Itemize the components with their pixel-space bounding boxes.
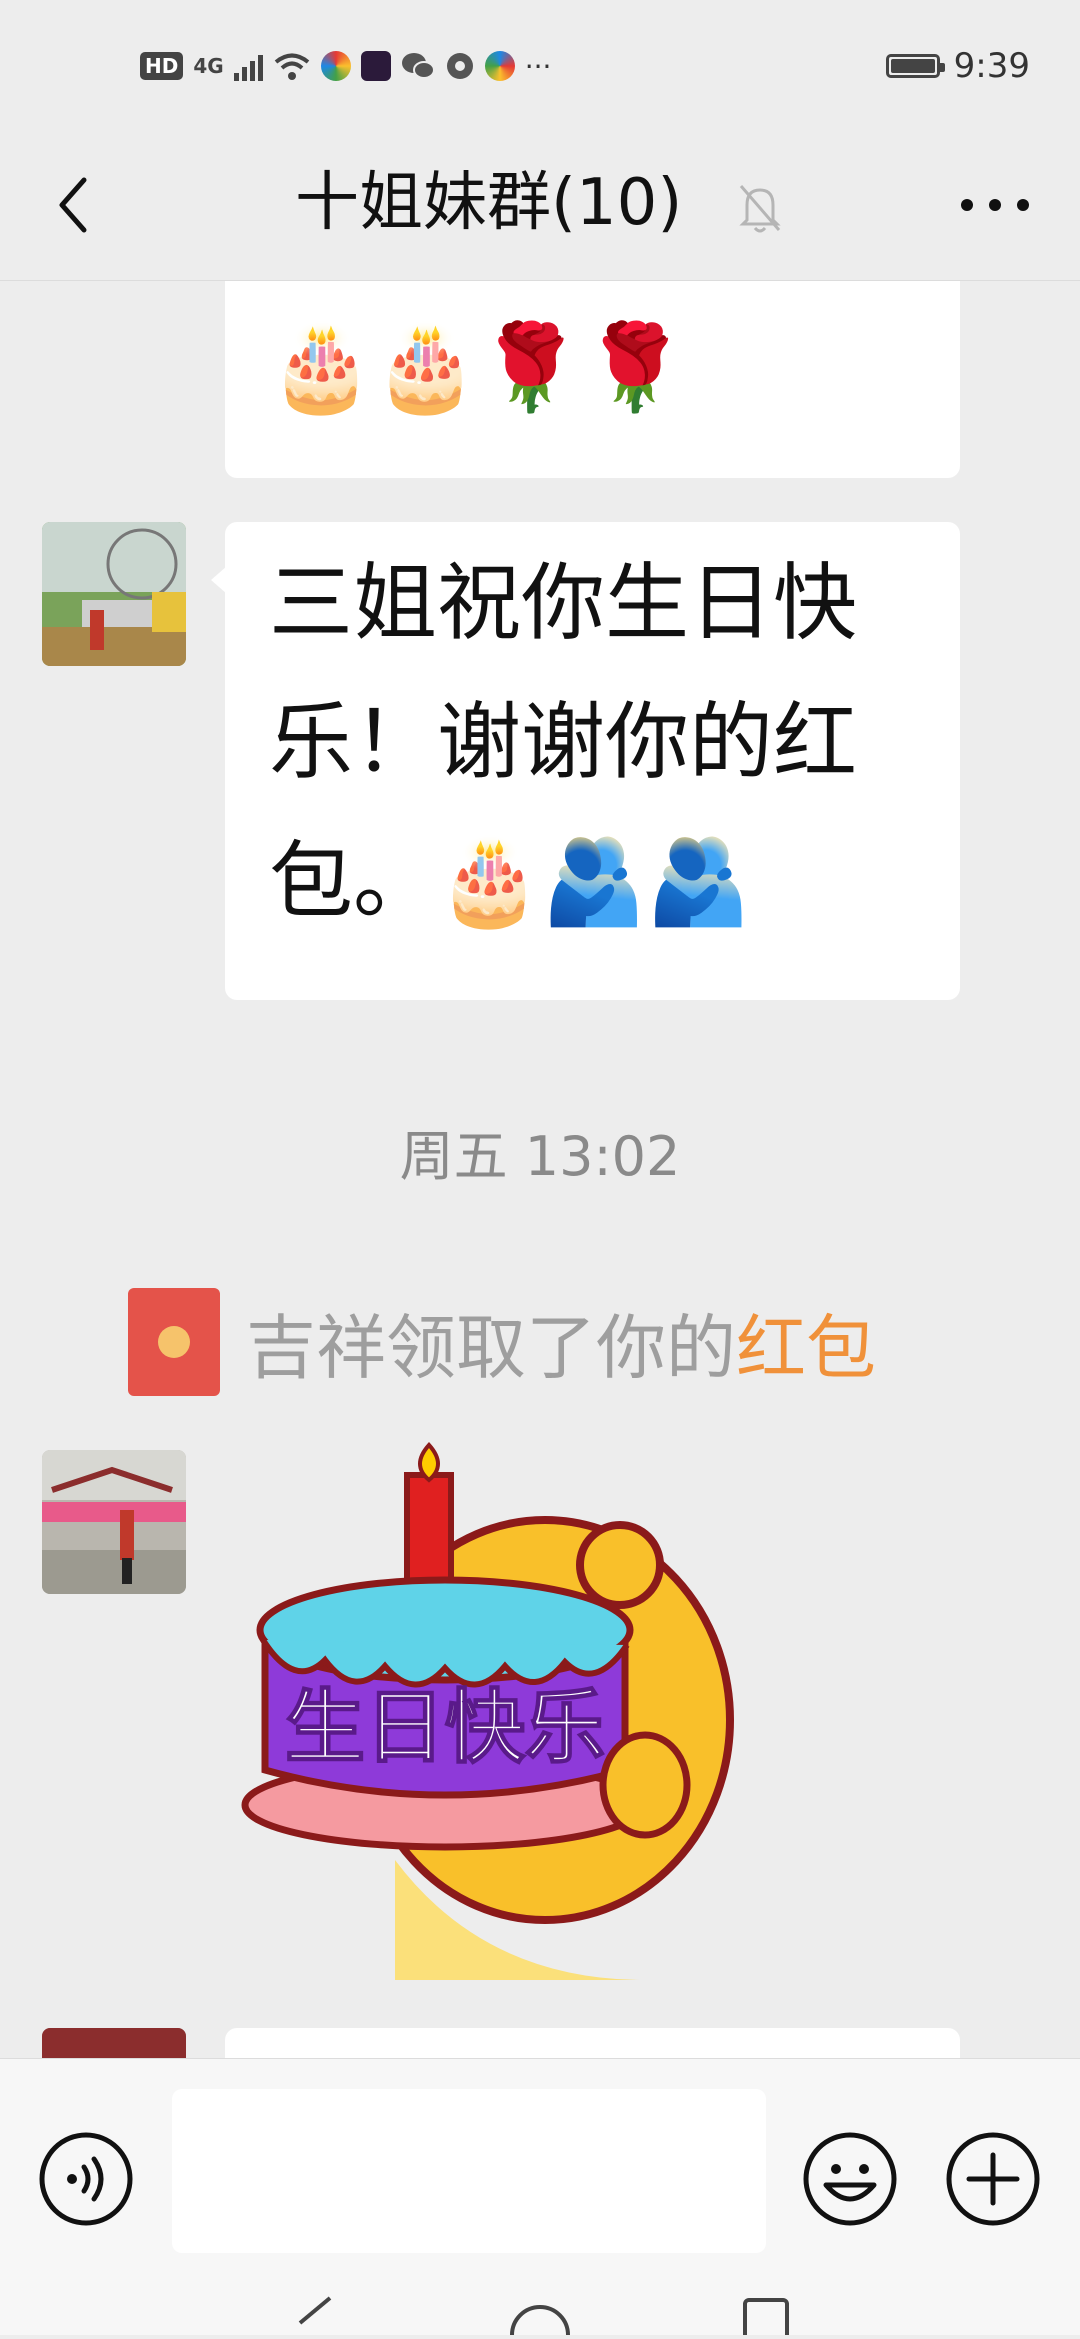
avatar[interactable] [42,2028,186,2058]
system-navigation-bar [0,2278,1080,2339]
chat-header: 十姐妹群(10) [0,130,1080,281]
message-text: 三姐祝你生日快乐！谢谢你的红包。🎂🫂🫂 [269,554,858,930]
more-options-button[interactable] [950,180,1040,230]
birthday-sticker[interactable]: 生日快乐 [225,1440,765,1980]
page-title: 十姐妹群(10) [295,166,683,240]
message-text: 🎂🎂🌹🌹 [269,318,688,416]
signal-icon [233,51,263,81]
system-notice: 吉祥领取了你的红包 [128,1288,876,1396]
back-nav-icon [298,2296,332,2325]
message-bubble[interactable] [225,2028,960,2058]
message-bubble[interactable]: 🎂🎂🌹🌹 [225,280,960,478]
sticker-text: 生日快乐 [285,1681,605,1774]
smiley-icon [803,2132,897,2226]
battery-icon [885,54,945,78]
red-packet-link[interactable]: 红包 [736,1307,876,1389]
status-icons-left: HD 4G ··· [140,44,551,88]
status-icons-right: 9:39 [885,44,1030,88]
input-bar [0,2058,1080,2279]
system-notice-text: 吉祥领取了你的 [246,1306,736,1389]
app-notification-icon [320,51,351,81]
more-notifications: ··· [524,49,552,83]
voice-button[interactable] [38,2131,134,2227]
video-app-icon [360,51,391,81]
recents-nav-icon [743,2298,789,2339]
aperture-icon [446,53,473,79]
bell-muted-icon [739,185,781,233]
avatar[interactable] [42,1450,186,1594]
status-bar: HD 4G ··· 9:39 [0,0,1080,130]
chat-message-list[interactable]: 🎂🎂🌹🌹 三姐祝你生日快乐！谢谢你的红包。🎂🫂🫂 周五 13:02 吉祥领取了你… [0,280,1080,2058]
plus-icon [946,2132,1040,2226]
message-timestamp: 周五 13:02 [399,1125,681,1188]
app-notification-icon [484,51,515,81]
emoji-button[interactable] [802,2131,898,2227]
chevron-left-icon [59,177,87,233]
network-type: 4G [193,54,224,78]
wifi-icon [274,53,309,80]
ellipsis-icon [961,199,1029,211]
clock: 9:39 [953,46,1030,86]
more-functions-button[interactable] [945,2131,1041,2227]
message-input[interactable] [172,2089,766,2253]
avatar[interactable] [42,522,186,666]
hd-badge: HD [140,52,184,80]
wechat-icon [401,53,435,79]
message-bubble[interactable]: 三姐祝你生日快乐！谢谢你的红包。🎂🫂🫂 [211,522,960,1000]
back-button[interactable] [40,170,110,240]
voice-icon [39,2132,133,2226]
home-nav-icon [510,2305,570,2336]
red-packet-icon [128,1288,220,1396]
